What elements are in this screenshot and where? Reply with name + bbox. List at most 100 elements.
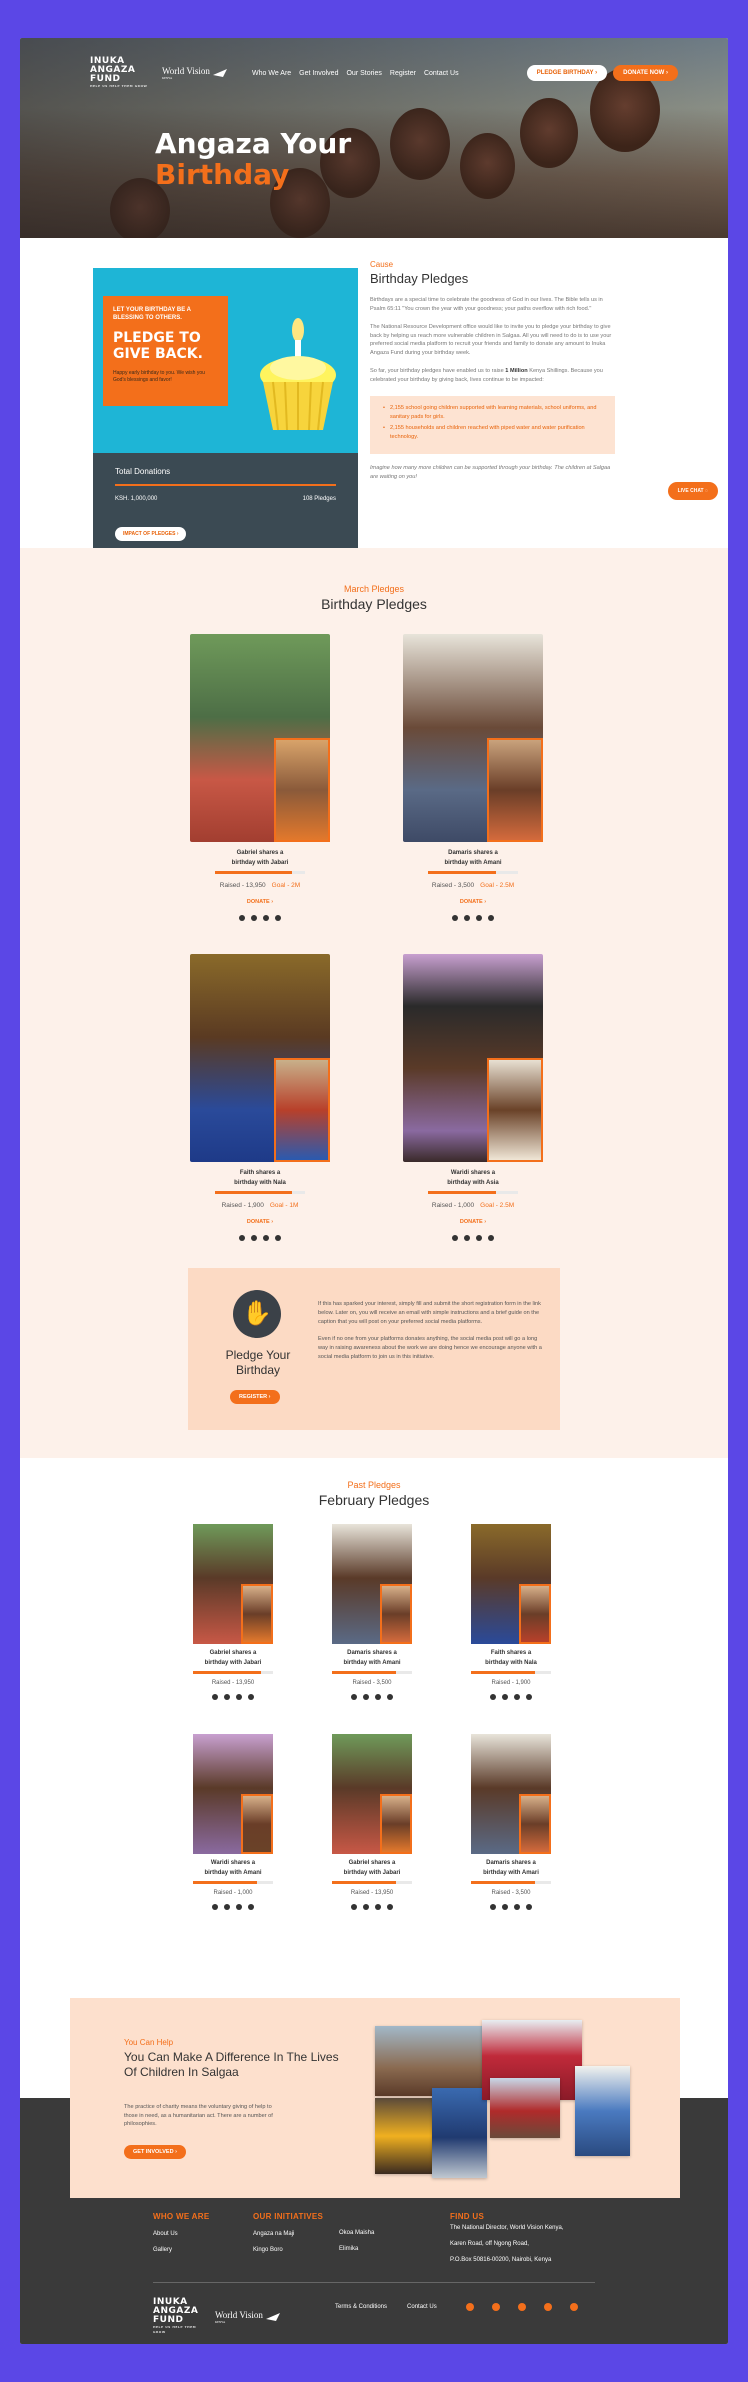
footer-okoa-maisha-link[interactable]: Okoa Maisha (339, 2230, 374, 2236)
share-icons (403, 1235, 543, 1241)
twitter-icon[interactable] (236, 1694, 242, 1700)
whatsapp-icon[interactable] (488, 915, 494, 921)
inuka-logo[interactable]: INUKA ANGAZA FUND HELP US HELP THEM GROW (90, 57, 150, 89)
facebook-icon[interactable] (464, 1235, 470, 1241)
pledge-banner-paragraph: Even if no one from your platforms donat… (318, 1336, 542, 1360)
whatsapp-icon[interactable] (275, 1235, 281, 1241)
pledge-birthday-button[interactable]: PLEDGE BIRTHDAY › (526, 65, 608, 81)
instagram-icon[interactable] (452, 915, 458, 921)
youtube-icon[interactable] (518, 2303, 526, 2311)
instagram-icon[interactable] (351, 1904, 357, 1910)
footer-kingo-boro-link[interactable]: Kingo Boro (253, 2247, 323, 2253)
twitter-icon[interactable] (236, 1904, 242, 1910)
facebook-icon[interactable] (464, 915, 470, 921)
child-photo (487, 1058, 543, 1162)
facebook-icon[interactable] (251, 915, 257, 921)
chevron-right-icon: › (595, 70, 598, 76)
live-chat-label: LIVE CHAT (677, 488, 704, 494)
whatsapp-icon[interactable] (248, 1904, 254, 1910)
nav-contact-us[interactable]: Contact Us (424, 70, 459, 77)
whatsapp-icon[interactable] (488, 1235, 494, 1241)
wv-logo-sub: KENYA (162, 76, 173, 80)
pledge-name-line2: birthday with Amani (444, 860, 502, 866)
facebook-icon[interactable] (502, 1904, 508, 1910)
twitter-icon[interactable] (570, 2303, 578, 2311)
footer-angaza-na-maji-link[interactable]: Angaza na Maji (253, 2231, 323, 2237)
donate-link[interactable]: DONATE › (190, 899, 330, 905)
donate-label: DONATE (459, 899, 483, 905)
impact-of-pledges-button[interactable]: IMPACT OF PLEDGES › (115, 527, 187, 541)
pledge-raised: Raised - 1,900 (221, 1202, 264, 1209)
facebook-icon[interactable] (363, 1694, 369, 1700)
pledger-photo (471, 1734, 551, 1854)
twitter-icon[interactable] (375, 1904, 381, 1910)
march-pledges-section: March Pledges Birthday Pledges Gabriel s… (20, 548, 728, 1458)
chevron-right-icon: › (484, 1219, 487, 1225)
child-photo (519, 1584, 551, 1644)
facebook-icon[interactable] (224, 1904, 230, 1910)
footer-about-us-link[interactable]: About Us (153, 2231, 209, 2237)
gallery-photo (490, 2078, 560, 2138)
pledge-progress-fill (471, 1671, 535, 1674)
footer-elimika-link[interactable]: Elimika (339, 2246, 374, 2252)
facebook-icon[interactable] (502, 1694, 508, 1700)
contact-link[interactable]: Contact Us (407, 2304, 437, 2310)
terms-link[interactable]: Terms & Conditions (335, 2304, 387, 2310)
donate-link[interactable]: DONATE › (403, 899, 543, 905)
twitter-icon[interactable] (514, 1904, 520, 1910)
instagram-icon[interactable] (492, 2303, 500, 2311)
pledge-goal: Goal - 2.5M (480, 882, 515, 889)
instagram-icon[interactable] (239, 1235, 245, 1241)
facebook-icon[interactable] (251, 1235, 257, 1241)
footer-col-title: FIND US (450, 2212, 485, 2221)
cause-paragraph: Birthdays are a special time to celebrat… (370, 297, 603, 312)
instagram-icon[interactable] (490, 1694, 496, 1700)
you-can-help-section: You Can Help You Can Make A Difference I… (20, 1998, 728, 2198)
donation-summary: Total Donations KSH. 1,000,000 108 Pledg… (93, 453, 358, 555)
facebook-icon[interactable] (363, 1904, 369, 1910)
pledge-name: Faith shares a birthday with Nala (190, 1168, 330, 1188)
twitter-icon[interactable] (263, 915, 269, 921)
instagram-icon[interactable] (351, 1694, 357, 1700)
whatsapp-icon[interactable] (387, 1694, 393, 1700)
twitter-icon[interactable] (476, 1235, 482, 1241)
whatsapp-icon[interactable] (248, 1694, 254, 1700)
pledge-raised: Raised - 13,950 (211, 1680, 255, 1686)
facebook-icon[interactable] (466, 2303, 474, 2311)
instagram-icon[interactable] (490, 1904, 496, 1910)
world-vision-logo[interactable]: World Vision KENYA (162, 66, 232, 80)
pledger-photo (403, 634, 543, 842)
donate-link[interactable]: DONATE › (403, 1219, 543, 1225)
twitter-icon[interactable] (375, 1694, 381, 1700)
pledge-progress-fill (428, 1191, 496, 1194)
nav-get-involved[interactable]: Get Involved (299, 70, 338, 77)
inuka-logo[interactable]: INUKA ANGAZA FUND HELP US HELP THEM GROW (153, 2298, 205, 2335)
footer-gallery-link[interactable]: Gallery (153, 2247, 209, 2253)
live-chat-button[interactable]: LIVE CHAT ◌ (667, 482, 718, 500)
pledges-count: 108 Pledges (302, 496, 336, 502)
whatsapp-icon[interactable] (275, 915, 281, 921)
instagram-icon[interactable] (212, 1694, 218, 1700)
whatsapp-icon[interactable] (526, 1904, 532, 1910)
nav-register[interactable]: Register (390, 70, 416, 77)
twitter-icon[interactable] (263, 1235, 269, 1241)
facebook-icon[interactable] (224, 1694, 230, 1700)
twitter-icon[interactable] (514, 1694, 520, 1700)
get-involved-button[interactable]: GET INVOLVED › (124, 2145, 186, 2159)
instagram-icon[interactable] (239, 915, 245, 921)
linkedin-icon[interactable] (544, 2303, 552, 2311)
whatsapp-icon[interactable] (387, 1904, 393, 1910)
register-button[interactable]: REGISTER › (230, 1390, 280, 1404)
nav-our-stories[interactable]: Our Stories (346, 70, 381, 77)
donate-now-button[interactable]: DONATE NOW › (613, 65, 678, 81)
instagram-icon[interactable] (212, 1904, 218, 1910)
page: INUKA ANGAZA FUND HELP US HELP THEM GROW… (20, 38, 728, 2344)
world-vision-logo[interactable]: World Vision KENYA (215, 2310, 285, 2324)
cause-section: LET YOUR BIRTHDAY BE A BLESSING TO OTHER… (20, 238, 728, 555)
nav-who-we-are[interactable]: Who We Are (252, 70, 291, 77)
march-eyebrow: March Pledges (343, 584, 405, 594)
instagram-icon[interactable] (452, 1235, 458, 1241)
twitter-icon[interactable] (476, 915, 482, 921)
donate-link[interactable]: DONATE › (190, 1219, 330, 1225)
whatsapp-icon[interactable] (526, 1694, 532, 1700)
